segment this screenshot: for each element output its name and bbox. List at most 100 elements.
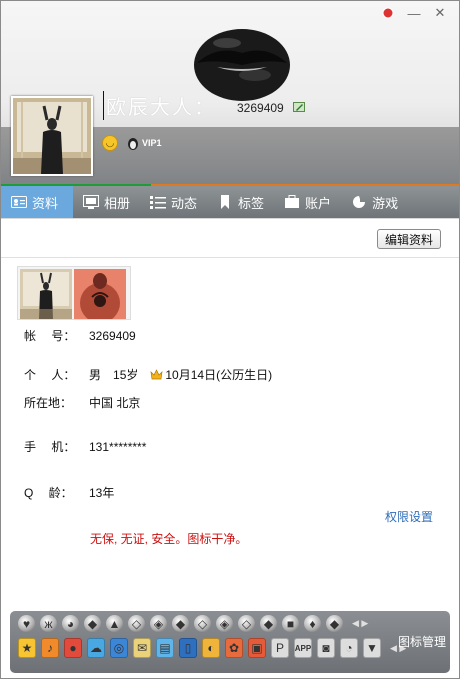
avatar-image bbox=[13, 98, 91, 174]
pad-icon[interactable]: ▣ bbox=[248, 638, 266, 658]
profile-cover: — ✕ 欧辰大人： 3269409 ◡ VIP1 bbox=[1, 1, 459, 185]
qage-value: 13年 bbox=[89, 486, 115, 500]
qage-row: Q 龄： 13年 bbox=[24, 484, 114, 501]
music-icon[interactable]: ♪ bbox=[41, 638, 59, 658]
icon-bar: ♥ ж ◕ ◆ ▲ ◇ ◈ ◆ ◇ ◈ ◇ ◆ ■ ♦ ◆ ◀ ▶ ★ ♪ ● bbox=[10, 611, 450, 673]
window-controls: — ✕ bbox=[377, 5, 451, 21]
location-value: 中国 北京 bbox=[89, 396, 141, 410]
mail-icon[interactable]: ✉ bbox=[133, 638, 151, 658]
phone-row: 手 机： 131******** bbox=[24, 438, 146, 455]
diamond-outline-icon[interactable]: ◇ bbox=[238, 615, 255, 632]
vip-label: VIP1 bbox=[142, 138, 162, 148]
bookmark-tag-icon bbox=[221, 195, 230, 209]
permission-settings-link[interactable]: 权限设置 bbox=[385, 508, 433, 525]
profile-card-icon bbox=[11, 196, 27, 208]
tab-album[interactable]: 相册 bbox=[73, 186, 140, 218]
camera-icon[interactable]: ◙ bbox=[317, 638, 335, 658]
tab-feed[interactable]: 动态 bbox=[140, 186, 207, 218]
feed-list-icon bbox=[150, 196, 167, 209]
icon-row-1-arrows[interactable]: ◀ ▶ bbox=[352, 618, 368, 629]
phone-value: 131******** bbox=[89, 439, 147, 454]
phone-label: 手 机： bbox=[24, 440, 76, 454]
album-icon bbox=[83, 195, 99, 209]
lock-icon[interactable]: ■ bbox=[282, 615, 299, 632]
shield-icon[interactable]: ▼ bbox=[363, 638, 381, 658]
pin-icon bbox=[382, 7, 394, 19]
divider bbox=[1, 257, 459, 258]
chat-bubble-icon[interactable]: ◔ bbox=[340, 638, 358, 658]
photo-window-silhouette bbox=[20, 269, 72, 319]
heart-icon[interactable]: ♥ bbox=[18, 615, 35, 632]
photo-back-tattoo bbox=[74, 269, 126, 319]
profile-window: — ✕ 欧辰大人： 3269409 ◡ VIP1 资料 相册 动态 标签 账户 … bbox=[0, 0, 460, 679]
qq-penguin-icon[interactable]: ▲ bbox=[106, 615, 123, 632]
icon-row-1: ♥ ж ◕ ◆ ▲ ◇ ◈ ◆ ◇ ◈ ◇ ◆ ■ ♦ ◆ ◀ ▶ bbox=[18, 615, 406, 632]
personal-label: 个 人： bbox=[24, 368, 76, 382]
tab-games-label: 游戏 bbox=[372, 195, 399, 211]
diamond-heart-icon[interactable]: ♦ bbox=[304, 615, 321, 632]
black-diamond-icon[interactable]: ◆ bbox=[326, 615, 343, 632]
penguin-icon[interactable]: ◕ bbox=[62, 615, 79, 632]
phone-icon[interactable]: ▯ bbox=[179, 638, 197, 658]
tabs: 资料 相册 动态 标签 账户 游戏 bbox=[1, 186, 408, 224]
location-label: 所在地： bbox=[24, 396, 73, 410]
game-icon bbox=[353, 196, 366, 208]
account-value: 3269409 bbox=[89, 328, 136, 343]
gem-level-icon[interactable]: ◆ bbox=[172, 615, 189, 632]
personal-row: 个 人： 男 15岁 10月14日(公历生日) bbox=[24, 366, 272, 383]
photo-thumbnail[interactable] bbox=[74, 269, 126, 319]
close-button[interactable]: ✕ bbox=[429, 5, 451, 21]
edit-nickname-icon[interactable] bbox=[293, 101, 306, 113]
cloud-icon[interactable]: ☁ bbox=[87, 638, 105, 658]
icon-rows: ♥ ж ◕ ◆ ▲ ◇ ◈ ◆ ◇ ◈ ◇ ◆ ■ ♦ ◆ ◀ ▶ ★ ♪ ● bbox=[18, 615, 406, 658]
nickname[interactable]: 欧辰大人： bbox=[103, 91, 216, 120]
p-icon[interactable]: P bbox=[271, 638, 289, 658]
qq-number: 3269409 bbox=[237, 101, 284, 115]
tab-tags-label: 标签 bbox=[238, 195, 265, 211]
icon-manage-button[interactable]: 图标管理 bbox=[398, 633, 446, 650]
wallet-icon bbox=[285, 195, 300, 208]
signature: 无保, 无证, 安全。图标干净。 bbox=[90, 532, 248, 546]
butterfly-icon[interactable]: ж bbox=[40, 615, 57, 632]
globe-icon[interactable]: ◎ bbox=[110, 638, 128, 658]
blog-icon[interactable]: ▤ bbox=[156, 638, 174, 658]
tab-feed-label: 动态 bbox=[171, 195, 198, 211]
tab-profile-label: 资料 bbox=[32, 195, 59, 211]
profile-content: 编辑资料 帐 号： 3269409 个 人： 男 15岁 10月14日(公历生日… bbox=[1, 218, 459, 608]
tab-account[interactable]: 账户 bbox=[274, 186, 341, 218]
app-icon[interactable]: APP bbox=[294, 638, 312, 658]
icon-row-2: ★ ♪ ● ☁ ◎ ✉ ▤ ▯ ◐ ✿ ▣ P APP ◙ ◔ ▼ ◀ ▶ bbox=[18, 638, 406, 658]
diamond-icon[interactable]: ◆ bbox=[84, 615, 101, 632]
tab-profile[interactable]: 资料 bbox=[1, 186, 73, 224]
gem-icon[interactable]: ◇ bbox=[128, 615, 145, 632]
account-row: 帐 号： 3269409 bbox=[24, 327, 136, 344]
vip-badge[interactable]: VIP1 bbox=[126, 136, 162, 150]
chat-gem-icon[interactable]: ◈ bbox=[216, 615, 233, 632]
diamond-small-icon[interactable]: ◆ bbox=[260, 615, 277, 632]
age-value: 15岁 bbox=[113, 368, 139, 382]
tab-games[interactable]: 游戏 bbox=[341, 186, 408, 218]
crystal-icon[interactable]: ◈ bbox=[150, 615, 167, 632]
edit-profile-button[interactable]: 编辑资料 bbox=[377, 229, 441, 249]
account-label: 帐 号： bbox=[24, 329, 76, 343]
status-row: ◡ VIP1 bbox=[102, 135, 162, 151]
qq-show-icon[interactable]: ● bbox=[64, 638, 82, 658]
pin-button[interactable] bbox=[377, 5, 399, 21]
gender-value: 男 bbox=[89, 368, 102, 382]
tab-tags[interactable]: 标签 bbox=[207, 186, 274, 218]
mood-smile-icon[interactable]: ◡ bbox=[102, 135, 118, 151]
space-icon[interactable]: ◐ bbox=[202, 638, 220, 658]
avatar[interactable] bbox=[11, 96, 93, 176]
tab-account-label: 账户 bbox=[305, 195, 332, 211]
birthday-value-wrap: 10月14日(公历生日) bbox=[150, 366, 272, 383]
qage-label: Q 龄： bbox=[24, 486, 73, 500]
tab-album-label: 相册 bbox=[104, 195, 131, 211]
personal-values: 男 15岁 10月14日(公历生日) bbox=[89, 366, 272, 383]
crown-icon bbox=[150, 369, 163, 380]
birthday-value: 10月14日(公历生日) bbox=[165, 368, 273, 382]
gem-star-icon[interactable]: ◇ bbox=[194, 615, 211, 632]
photo-thumbnail[interactable] bbox=[20, 269, 72, 319]
minimize-button[interactable]: — bbox=[403, 5, 425, 21]
star-icon[interactable]: ★ bbox=[18, 638, 36, 658]
pet-icon[interactable]: ✿ bbox=[225, 638, 243, 658]
